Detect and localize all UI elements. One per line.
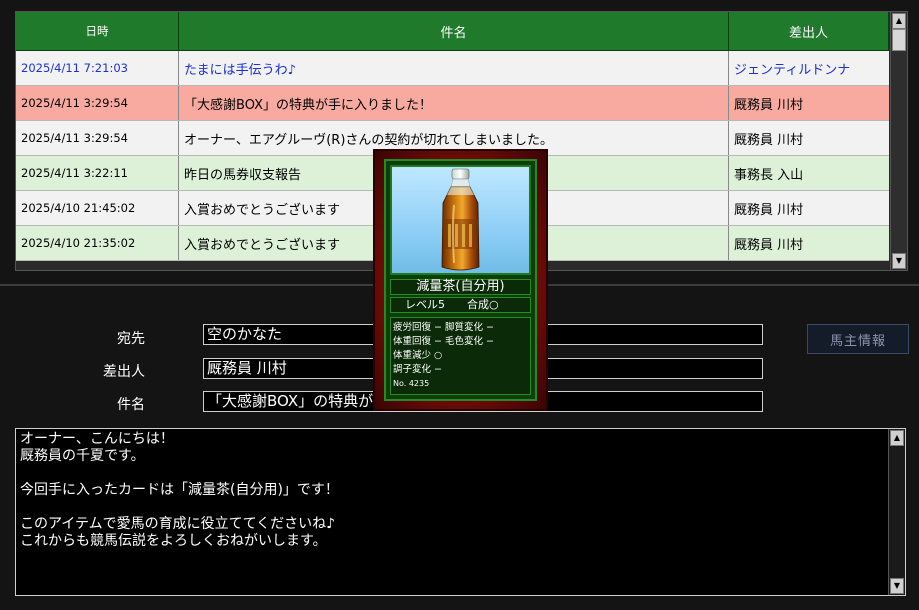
list-scrollbar[interactable]: ▲ ▼ — [890, 12, 907, 270]
row-date: 2025/4/10 21:45:02 — [16, 191, 179, 225]
header-subject[interactable]: 件名 — [179, 12, 729, 50]
item-card-image — [390, 165, 531, 275]
item-card-effect: 疲労回復 − 脚質変化 − — [393, 322, 494, 333]
table-row[interactable]: 2025/4/11 3:29:54 「大感謝BOX」の特典が手に入りました！ 厩務員… — [16, 86, 889, 121]
row-from: 事務長 入山 — [734, 167, 804, 183]
item-card-effect: 調子変化 − — [393, 364, 442, 375]
header-from[interactable]: 差出人 — [729, 12, 889, 50]
body-line: 今回手に入ったカードは「減量茶(自分用)」です！ — [20, 482, 339, 498]
item-card-number: No. 4235 — [393, 379, 430, 388]
row-date: 2025/4/11 7:21:03 — [16, 51, 179, 85]
row-from: 厩務員 川村 — [734, 202, 804, 218]
scroll-up-arrow-icon[interactable]: ▲ — [892, 13, 906, 29]
row-date: 2025/4/10 21:35:02 — [16, 226, 179, 260]
body-line — [20, 499, 339, 516]
row-date: 2025/4/11 3:22:11 — [16, 156, 179, 190]
item-card-effect: 体重減少 ○ — [393, 350, 443, 361]
row-from: 厩務員 川村 — [734, 97, 804, 113]
item-card-effects: 疲労回復 − 脚質変化 − 体重回復 − 毛色変化 − 体重減少 ○ 調子変化 … — [390, 317, 531, 395]
body-line: これからも競馬伝説をよろしくおねがいします。 — [20, 533, 327, 549]
item-card-name: 減量茶(自分用) — [390, 279, 531, 295]
scroll-thumb[interactable] — [892, 29, 906, 51]
tea-bottle-icon — [441, 168, 480, 271]
scroll-down-arrow-icon[interactable]: ▼ — [892, 253, 906, 269]
body-scroll-up-arrow-icon[interactable]: ▲ — [890, 430, 904, 446]
item-card-effect: 体重回復 − 毛色変化 − — [393, 336, 494, 347]
row-date: 2025/4/11 3:29:54 — [16, 121, 179, 155]
item-card-synthesis: 合成○ — [467, 298, 499, 311]
table-header: 日時 件名 差出人 — [16, 12, 889, 51]
table-row[interactable]: 2025/4/11 7:21:03 たまには手伝うわ♪ ジェンティルドンナ — [16, 51, 889, 86]
row-date: 2025/4/11 3:29:54 — [16, 86, 179, 120]
item-card-level: レベル5 — [405, 298, 445, 311]
body-line: 厩務員の千夏です。 — [20, 448, 145, 464]
body-scrollbar[interactable]: ▲ ▼ — [888, 429, 905, 595]
body-line: オーナー、こんにちは！ — [20, 431, 174, 447]
row-subject: たまには手伝うわ♪ — [179, 51, 729, 85]
message-body[interactable]: オーナー、こんにちは！ 厩務員の千夏です。今回手に入ったカードは「減量茶(自分用)… — [15, 428, 906, 596]
item-card-popup: 減量茶(自分用) レベル5 合成○ 疲労回復 − 脚質変化 − 体重回復 − 毛色… — [373, 149, 548, 411]
owner-info-button[interactable]: 馬主情報 — [807, 324, 909, 354]
row-from: ジェンティルドンナ — [734, 62, 851, 78]
subject-label: 件名 — [117, 397, 145, 413]
body-line — [20, 465, 339, 482]
header-date[interactable]: 日時 — [16, 12, 179, 50]
row-from: 厩務員 川村 — [734, 237, 804, 253]
body-scroll-down-arrow-icon[interactable]: ▼ — [890, 578, 904, 594]
item-card-frame: 減量茶(自分用) レベル5 合成○ 疲労回復 − 脚質変化 − 体重回復 − 毛色… — [384, 159, 537, 401]
row-from: 厩務員 川村 — [734, 132, 804, 148]
from-label: 差出人 — [103, 364, 145, 380]
body-line: このアイテムで愛馬の育成に役立ててくださいね♪ — [20, 516, 336, 532]
message-body-text: オーナー、こんにちは！ 厩務員の千夏です。今回手に入ったカードは「減量茶(自分用)… — [20, 431, 339, 550]
row-subject: 「大感謝BOX」の特典が手に入りました！ — [179, 86, 729, 120]
item-card-level-row: レベル5 合成○ — [390, 297, 531, 313]
to-label: 宛先 — [117, 331, 145, 347]
